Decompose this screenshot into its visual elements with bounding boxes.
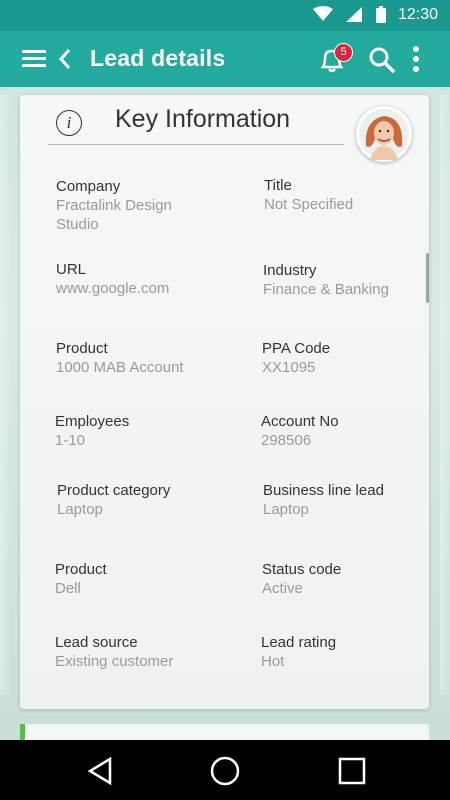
nav-recent-icon[interactable]: [338, 757, 366, 790]
field-url: URL www.google.com: [56, 260, 231, 298]
field-value: www.google.com: [56, 280, 170, 297]
signal-icon: [346, 7, 362, 27]
field-title: Title Not Specified: [264, 176, 439, 214]
status-time: 12:30: [397, 6, 438, 23]
field-label: Product: [56, 340, 108, 357]
field-value: Laptop: [57, 501, 103, 518]
field-label: Employees: [55, 413, 130, 430]
field-value: Existing customer: [55, 653, 174, 670]
field-value: Laptop: [263, 501, 309, 518]
navigation-bar: [0, 740, 450, 800]
status-bar: 12:30: [0, 0, 450, 31]
field-lead-rating: Lead rating Hot: [261, 633, 436, 671]
field-employees: Employees 1-10: [55, 412, 230, 450]
back-arrow-icon[interactable]: [58, 46, 72, 77]
divider: [48, 144, 344, 145]
field-value: 298506: [261, 432, 312, 449]
field-label: Business line lead: [263, 482, 384, 499]
field-value: 1-10: [55, 432, 86, 449]
field-label: Account No: [261, 413, 339, 430]
field-label: Lead source: [55, 634, 138, 651]
field-label: Product: [55, 561, 107, 578]
field-label: Status code: [262, 561, 342, 578]
field-company: Company Fractalink Design Studio: [56, 177, 231, 234]
more-vert-icon[interactable]: [411, 45, 421, 78]
field-business-line-lead: Business line lead Laptop: [263, 481, 438, 519]
wifi-icon: [313, 6, 333, 27]
field-label: Product category: [57, 482, 171, 499]
field-label: Lead rating: [261, 634, 337, 651]
field-label: Company: [56, 178, 121, 195]
field-status-code: Status code Active: [262, 560, 437, 598]
menu-icon[interactable]: [22, 48, 46, 73]
background-strip-right: [440, 95, 450, 695]
key-information-card: i Key Information Company Fractalink Des…: [20, 95, 429, 709]
field-value: 1000 MAB Account: [56, 359, 184, 376]
field-value: Active: [262, 580, 303, 597]
field-account-no: Account No 298506: [261, 412, 436, 450]
field-value: XX1095: [262, 359, 316, 376]
field-value: Finance & Banking: [263, 281, 389, 298]
field-lead-source: Lead source Existing customer: [55, 633, 230, 671]
avatar[interactable]: [356, 106, 412, 162]
field-product: Product 1000 MAB Account: [56, 339, 231, 377]
app-bar: Lead details 5: [0, 31, 450, 87]
field-ppa-code: PPA Code XX1095: [262, 339, 437, 377]
field-value: Dell: [55, 580, 81, 597]
field-label: Industry: [263, 262, 317, 279]
field-value: Not Specified: [264, 196, 354, 213]
field-product-2: Product Dell: [55, 560, 230, 598]
field-label: URL: [56, 261, 87, 278]
page-title: Lead details: [90, 45, 226, 71]
field-industry: Industry Finance & Banking: [263, 261, 438, 299]
nav-back-icon[interactable]: [86, 756, 114, 791]
notification-badge: 5: [334, 43, 353, 62]
info-icon: i: [56, 110, 82, 136]
battery-icon: [376, 6, 386, 28]
scrollbar[interactable]: [426, 253, 429, 303]
field-label: Title: [264, 177, 292, 194]
field-product-category: Product category Laptop: [57, 481, 232, 519]
field-value: Hot: [261, 653, 285, 670]
search-icon[interactable]: [368, 46, 396, 79]
card-heading: Key Information: [115, 105, 291, 133]
nav-home-icon[interactable]: [209, 755, 241, 792]
background-strip-left: [0, 95, 10, 695]
field-value: Fractalink Design Studio: [56, 197, 172, 233]
field-label: PPA Code: [262, 340, 331, 357]
